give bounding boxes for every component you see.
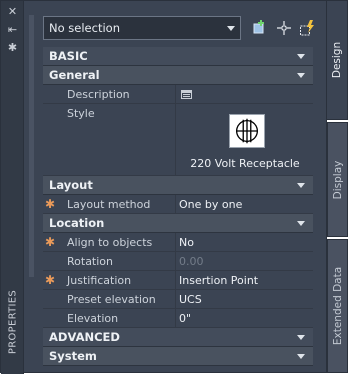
style-caption: 220 Volt Receptacle (190, 157, 300, 170)
text-editor-icon[interactable] (181, 90, 192, 99)
property-layout-method[interactable]: ✱ Layout method One by one (43, 195, 313, 214)
tab-display[interactable]: Display (327, 122, 348, 237)
collapse-icon (297, 354, 305, 359)
row-gutter (43, 85, 61, 103)
settings-icon[interactable]: ✱ (6, 41, 19, 54)
palette-title: PROPERTIES (7, 289, 19, 355)
property-justification[interactable]: ✱ Justification Insertion Point (43, 271, 313, 290)
property-align-to-objects[interactable]: ✱ Align to objects No (43, 233, 313, 252)
property-grid: BASIC General Description Style 220 Volt… (43, 47, 313, 366)
property-name: Layout method (67, 195, 176, 213)
property-value[interactable] (177, 85, 313, 103)
property-name: Style (67, 104, 176, 175)
asterisk-icon: ✱ (45, 197, 56, 211)
row-gutter (43, 104, 61, 175)
row-gutter: ✱ (43, 195, 61, 213)
scrollbar[interactable] (29, 15, 34, 277)
property-style[interactable]: Style 220 Volt Receptacle (43, 104, 313, 176)
close-icon[interactable]: ✕ (6, 5, 19, 18)
category-advanced[interactable]: ADVANCED (43, 328, 313, 347)
category-layout[interactable]: Layout (43, 176, 313, 195)
category-basic[interactable]: BASIC (43, 47, 313, 66)
selection-dropdown[interactable]: No selection (43, 16, 241, 40)
property-description[interactable]: Description (43, 85, 313, 104)
collapse-icon (297, 73, 305, 78)
row-gutter (43, 309, 61, 327)
selection-value: No selection (49, 21, 120, 35)
asterisk-icon: ✱ (45, 273, 56, 287)
property-elevation[interactable]: Elevation 0" (43, 309, 313, 328)
tab-label: Design (331, 41, 343, 79)
category-system[interactable]: System (43, 347, 313, 366)
category-label: Layout (49, 178, 93, 192)
row-gutter: ✱ (43, 271, 61, 289)
tab-extended-data[interactable]: Extended Data (327, 239, 348, 373)
chevron-down-icon (227, 26, 235, 31)
tab-design[interactable]: Design (327, 0, 348, 120)
category-location[interactable]: Location (43, 214, 313, 233)
property-value[interactable]: UCS (177, 290, 313, 308)
property-name: Description (67, 85, 176, 103)
property-value: 0.00 (179, 255, 204, 268)
receptacle-style-icon (229, 114, 265, 148)
category-label: ADVANCED (49, 330, 120, 344)
row-gutter (43, 252, 61, 270)
collapse-icon (297, 54, 305, 59)
select-objects-icon[interactable] (251, 19, 269, 37)
collapse-icon (297, 221, 305, 226)
category-general[interactable]: General (43, 66, 313, 85)
property-name: Preset elevation (67, 290, 176, 308)
toolbar: No selection (43, 16, 323, 40)
row-gutter (43, 290, 61, 308)
property-value[interactable]: No (177, 233, 313, 251)
asterisk-icon: ✱ (45, 235, 56, 249)
auto-hide-icon[interactable]: ⇤ (6, 23, 19, 36)
category-label: General (49, 68, 100, 82)
category-label: System (49, 349, 97, 363)
property-value[interactable]: One by one (177, 195, 313, 213)
tab-label: Display (331, 160, 344, 199)
property-name: Justification (67, 271, 176, 289)
palette-title-strip: ✕ ⇤ ✱ PROPERTIES (1, 1, 24, 374)
property-name: Rotation (67, 252, 176, 270)
category-label: Location (49, 216, 105, 230)
tab-label: Extended Data (331, 266, 344, 346)
quick-select-icon[interactable] (299, 19, 317, 37)
property-value[interactable]: 0" (177, 309, 313, 327)
property-preset-elevation[interactable]: Preset elevation UCS (43, 290, 313, 309)
collapse-icon (297, 335, 305, 340)
property-name: Elevation (67, 309, 176, 327)
property-name: Align to objects (67, 233, 176, 251)
property-value[interactable]: Insertion Point (177, 271, 313, 289)
property-rotation[interactable]: Rotation 0.00 (43, 252, 313, 271)
category-label: BASIC (49, 49, 88, 63)
property-value[interactable]: 220 Volt Receptacle (177, 104, 313, 175)
row-gutter: ✱ (43, 233, 61, 251)
collapse-icon (297, 183, 305, 188)
properties-palette: ✕ ⇤ ✱ PROPERTIES No selection BASIC Gene… (0, 0, 327, 374)
pickadd-icon[interactable] (275, 19, 293, 37)
